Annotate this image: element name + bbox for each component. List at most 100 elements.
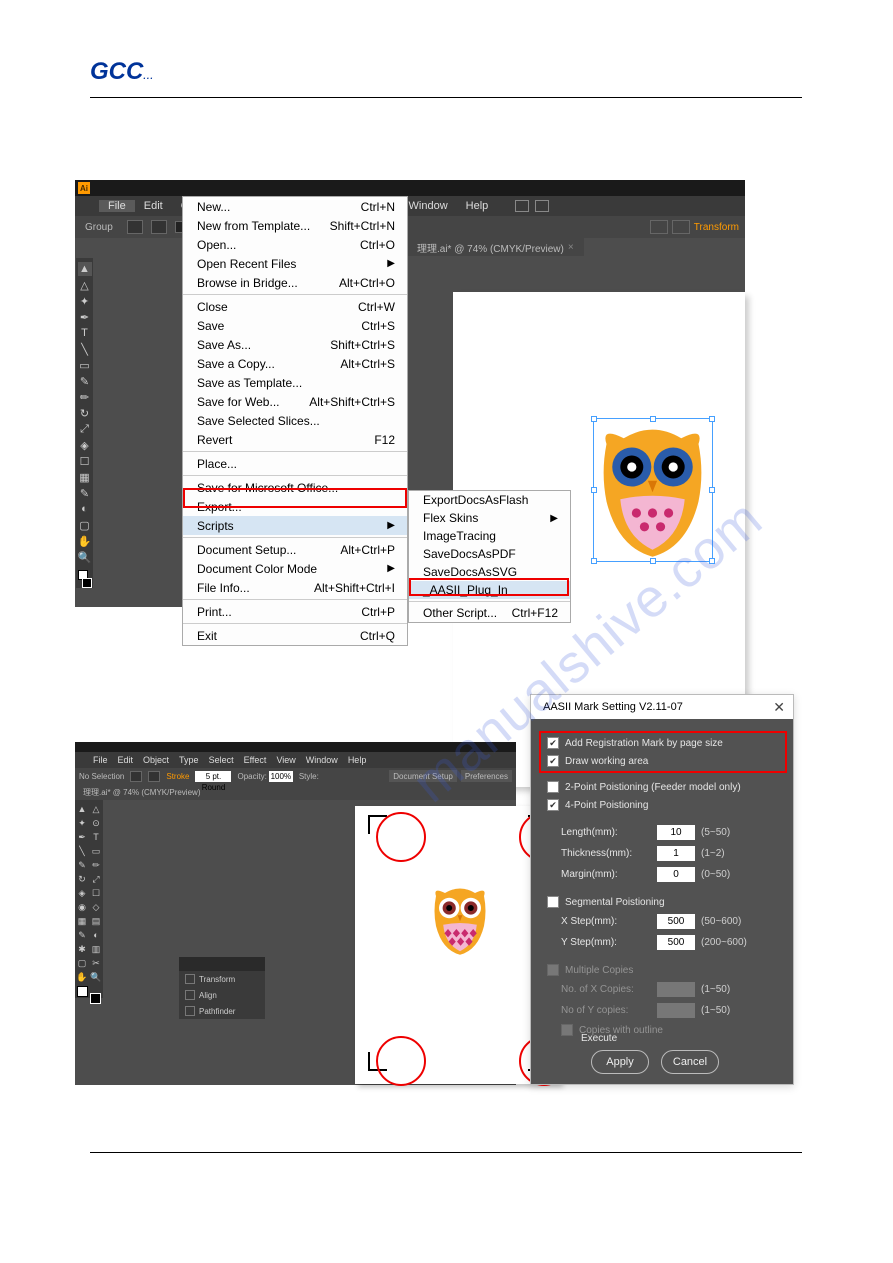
pen-tool-icon[interactable]: ✒: [75, 830, 89, 844]
menu-item-exit[interactable]: ExitCtrl+Q: [183, 626, 407, 645]
menu-item-place[interactable]: Place...: [183, 454, 407, 473]
menu-item-save-copy[interactable]: Save a Copy...Alt+Ctrl+S: [183, 354, 407, 373]
tab-close-icon[interactable]: ×: [568, 242, 574, 253]
checkbox-2point[interactable]: [547, 781, 559, 793]
length-input[interactable]: [657, 825, 695, 840]
menu-item-new-template[interactable]: New from Template...Shift+Ctrl+N: [183, 216, 407, 235]
submenu-savepdf[interactable]: SaveDocsAsPDF: [409, 545, 570, 563]
menu-item-save-template[interactable]: Save as Template...: [183, 373, 407, 392]
hand-tool-icon[interactable]: ✋: [78, 534, 92, 548]
paintbrush-tool-icon[interactable]: ✎: [75, 858, 89, 872]
menu-item-save-as[interactable]: Save As...Shift+Ctrl+S: [183, 335, 407, 354]
type-tool-icon[interactable]: T: [78, 326, 92, 340]
blend-tool-icon[interactable]: ◐: [78, 502, 92, 516]
hand-tool-icon[interactable]: ✋: [75, 970, 89, 984]
paintbrush-tool-icon[interactable]: ✎: [78, 374, 92, 388]
brush-field[interactable]: 5 pt. Round: [195, 771, 231, 782]
menu-item-scripts[interactable]: Scripts▶: [183, 516, 407, 535]
width-tool-icon[interactable]: ◈: [75, 886, 89, 900]
menu-file[interactable]: File: [99, 200, 135, 212]
checkbox-segmental[interactable]: [547, 896, 559, 908]
document-setup-button[interactable]: Document Setup: [389, 770, 457, 782]
direct-selection-tool-icon[interactable]: △: [78, 278, 92, 292]
gradient-tool-icon[interactable]: ▤: [89, 914, 103, 928]
scale-tool-icon[interactable]: ⤢: [78, 422, 92, 436]
magic-wand-tool-icon[interactable]: ✦: [78, 294, 92, 308]
eyedropper-tool-icon[interactable]: ✎: [75, 928, 89, 942]
menu-help[interactable]: Help: [348, 755, 367, 765]
gradient-tool-icon[interactable]: ▦: [78, 470, 92, 484]
fill-stroke-indicator[interactable]: [75, 984, 103, 1006]
panel-row-transform[interactable]: Transform: [179, 971, 265, 987]
cancel-button[interactable]: Cancel: [661, 1050, 719, 1074]
graph-tool-icon[interactable]: ▥: [89, 942, 103, 956]
artboard-tool-icon[interactable]: ▢: [75, 956, 89, 970]
screen-mode-icon[interactable]: [535, 200, 549, 212]
xstep-input[interactable]: [657, 914, 695, 929]
shape-builder-tool-icon[interactable]: ◉: [75, 900, 89, 914]
menu-object[interactable]: Object: [143, 755, 169, 765]
submenu-exportflash[interactable]: ExportDocsAsFlash: [409, 491, 570, 509]
menu-item-color-mode[interactable]: Document Color Mode▶: [183, 559, 407, 578]
menu-edit[interactable]: Edit: [135, 200, 172, 212]
apply-button[interactable]: Apply: [591, 1050, 649, 1074]
document-tab[interactable]: 理理.ai* @ 74% (CMYK/Preview): [75, 784, 516, 800]
transform-button[interactable]: Transform: [694, 222, 739, 233]
menu-help[interactable]: Help: [457, 200, 498, 212]
rectangle-tool-icon[interactable]: ▭: [78, 358, 92, 372]
submenu-savesvg[interactable]: SaveDocsAsSVG: [409, 563, 570, 581]
magic-wand-tool-icon[interactable]: ✦: [75, 816, 89, 830]
menu-view[interactable]: View: [276, 755, 295, 765]
panel-row-align[interactable]: Align: [179, 987, 265, 1003]
menu-item-open[interactable]: Open...Ctrl+O: [183, 235, 407, 254]
width-tool-icon[interactable]: ◈: [78, 438, 92, 452]
submenu-aasii-plugin[interactable]: _AASII_Plug_In: [409, 581, 570, 599]
menu-type[interactable]: Type: [179, 755, 199, 765]
submenu-flexskins[interactable]: Flex Skins▶: [409, 509, 570, 527]
menu-item-save-ms[interactable]: Save for Microsoft Office...: [183, 478, 407, 497]
menu-item-export[interactable]: Export...: [183, 497, 407, 516]
slice-tool-icon[interactable]: ✂: [89, 956, 103, 970]
fill-swatch[interactable]: [127, 220, 143, 234]
arrange-docs-icon[interactable]: [515, 200, 529, 212]
preferences-button[interactable]: Preferences: [461, 770, 512, 782]
eyedropper-tool-icon[interactable]: ✎: [78, 486, 92, 500]
blend-tool-icon[interactable]: ◐: [89, 928, 103, 942]
align-icon-2[interactable]: [672, 220, 690, 234]
menu-item-save-web[interactable]: Save for Web...Alt+Shift+Ctrl+S: [183, 392, 407, 411]
menu-item-browse-bridge[interactable]: Browse in Bridge...Alt+Ctrl+O: [183, 273, 407, 292]
stroke-swatch[interactable]: [148, 771, 160, 782]
menu-edit[interactable]: Edit: [118, 755, 134, 765]
menu-item-save[interactable]: SaveCtrl+S: [183, 316, 407, 335]
free-transform-tool-icon[interactable]: ☐: [89, 886, 103, 900]
thickness-input[interactable]: [657, 846, 695, 861]
document-tab[interactable]: 理理.ai* @ 74% (CMYK/Preview) ×: [407, 238, 584, 256]
fill-stroke-indicator[interactable]: [78, 570, 92, 588]
artboard-tool-icon[interactable]: ▢: [78, 518, 92, 532]
menu-item-new[interactable]: New...Ctrl+N: [183, 197, 407, 216]
pencil-tool-icon[interactable]: ✏: [78, 390, 92, 404]
menu-item-open-recent[interactable]: Open Recent Files▶: [183, 254, 407, 273]
zoom-tool-icon[interactable]: 🔍: [89, 970, 103, 984]
menu-item-save-slices[interactable]: Save Selected Slices...: [183, 411, 407, 430]
submenu-imagetracing[interactable]: ImageTracing: [409, 527, 570, 545]
panel-row-pathfinder[interactable]: Pathfinder: [179, 1003, 265, 1019]
margin-input[interactable]: [657, 867, 695, 882]
pen-tool-icon[interactable]: ✒: [78, 310, 92, 324]
stroke-swatch[interactable]: [151, 220, 167, 234]
menu-item-print[interactable]: Print...Ctrl+P: [183, 602, 407, 621]
rotate-tool-icon[interactable]: ↻: [78, 406, 92, 420]
menu-effect[interactable]: Effect: [244, 755, 267, 765]
rectangle-tool-icon[interactable]: ▭: [89, 844, 103, 858]
checkbox-4point[interactable]: [547, 799, 559, 811]
menu-window[interactable]: Window: [306, 755, 338, 765]
symbol-tool-icon[interactable]: ✱: [75, 942, 89, 956]
mesh-tool-icon[interactable]: ▦: [75, 914, 89, 928]
free-transform-tool-icon[interactable]: ☐: [78, 454, 92, 468]
menu-file[interactable]: File: [93, 755, 108, 765]
menu-item-revert[interactable]: RevertF12: [183, 430, 407, 449]
direct-selection-tool-icon[interactable]: △: [89, 802, 103, 816]
menu-item-close[interactable]: CloseCtrl+W: [183, 297, 407, 316]
close-icon[interactable]: ✕: [773, 699, 785, 716]
perspective-tool-icon[interactable]: ◇: [89, 900, 103, 914]
